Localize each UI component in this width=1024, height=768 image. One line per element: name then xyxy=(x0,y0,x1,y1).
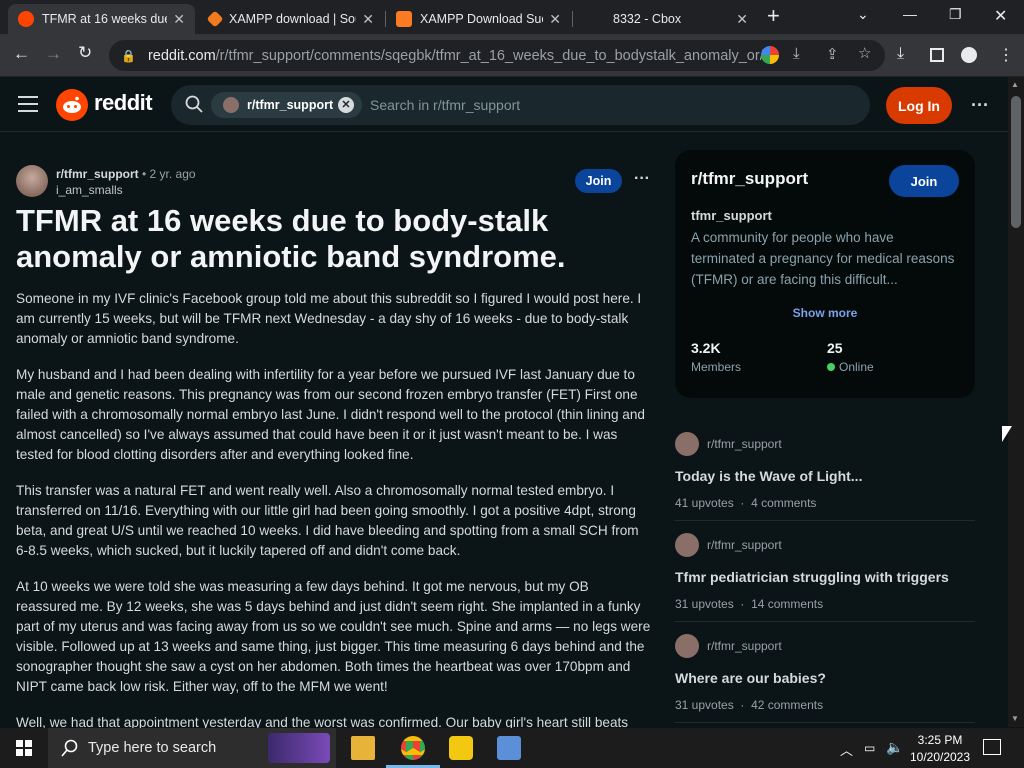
post-options-icon[interactable]: ··· xyxy=(634,170,650,188)
reload-icon[interactable]: ↻ xyxy=(78,43,92,63)
clear-chip-icon[interactable]: ✕ xyxy=(338,97,354,113)
related-post-title[interactable]: Where are our babies? xyxy=(675,670,975,686)
post-title: TFMR at 16 weeks due to body-stalk anoma… xyxy=(16,203,566,274)
members-label: Members xyxy=(691,360,742,374)
scroll-up-icon[interactable]: ▲ xyxy=(1011,80,1019,89)
browser-menu-icon[interactable]: ⋮ xyxy=(998,45,1014,65)
chrome-icon[interactable] xyxy=(401,736,425,760)
file-explorer-icon[interactable] xyxy=(351,736,375,760)
online-label-row: Online xyxy=(827,360,874,374)
volume-muted-icon[interactable]: 🔈 xyxy=(886,739,903,756)
post-age: • 2 yr. ago xyxy=(142,167,196,181)
scroll-down-icon[interactable]: ▼ xyxy=(1011,714,1019,723)
sticky-notes-icon[interactable] xyxy=(449,736,473,760)
reddit-snoo-logo-icon[interactable] xyxy=(56,89,88,121)
bookmark-star-icon[interactable]: ☆ xyxy=(858,44,871,62)
show-hidden-icons-chevron[interactable]: ︿ xyxy=(840,740,853,759)
close-tab-icon[interactable]: ✕ xyxy=(173,11,185,28)
profile-avatar-icon[interactable] xyxy=(961,47,977,63)
clock-date[interactable]: 10/20/2023 xyxy=(906,750,974,764)
xampp-favicon-icon xyxy=(396,11,412,27)
subreddit-avatar[interactable] xyxy=(16,165,48,197)
members-count: 3.2K xyxy=(691,340,721,356)
tab-cbox[interactable]: 8332 - Cbox ✕ xyxy=(573,4,758,34)
online-count: 25 xyxy=(827,340,843,356)
tab-xampp-download[interactable]: XAMPP download | Sou ✕ xyxy=(199,4,384,34)
new-tab-button[interactable]: + xyxy=(767,3,780,29)
notification-center-icon[interactable] xyxy=(983,739,1001,755)
sidebar-join-button[interactable]: Join xyxy=(889,165,959,197)
mouse-cursor-icon xyxy=(1002,426,1012,442)
post-body: Someone in my IVF clinic's Facebook grou… xyxy=(16,289,652,749)
related-post-title[interactable]: Tfmr pediatrician struggling with trigge… xyxy=(675,569,975,585)
post-paragraph: At 10 weeks we were told she was measuri… xyxy=(16,579,651,694)
share-icon[interactable]: ⇪ xyxy=(826,45,839,63)
post-paragraph: Someone in my IVF clinic's Facebook grou… xyxy=(16,291,642,346)
online-label: Online xyxy=(839,360,874,374)
community-description: A community for people who have terminat… xyxy=(691,230,955,287)
sourceforge-favicon-icon xyxy=(206,10,224,28)
scrollbar-thumb[interactable] xyxy=(1011,96,1021,228)
post-author[interactable]: i_am_smalls xyxy=(56,183,123,197)
sidebar-community-name[interactable]: r/tfmr_support xyxy=(691,169,808,189)
search-highlight-image-icon xyxy=(268,733,330,763)
related-post[interactable]: r/tfmr_support Tfmr pediatrician struggl… xyxy=(675,533,975,611)
show-more-link[interactable]: Show more xyxy=(675,306,975,320)
divider xyxy=(675,722,975,723)
community-title: tfmr_support xyxy=(691,208,772,223)
search-icon xyxy=(185,95,203,118)
side-panel-icon[interactable] xyxy=(930,48,944,62)
subreddit-avatar xyxy=(675,634,699,658)
tab-xampp-success[interactable]: XAMPP Download Succ ✕ xyxy=(386,4,571,34)
close-tab-icon[interactable]: ✕ xyxy=(549,11,561,28)
close-tab-icon[interactable]: ✕ xyxy=(362,11,374,28)
close-tab-icon[interactable]: ✕ xyxy=(736,11,748,28)
related-post-title[interactable]: Today is the Wave of Light... xyxy=(675,468,975,484)
tab-reddit-post[interactable]: TFMR at 16 weeks due ✕ xyxy=(8,4,195,34)
close-window-icon[interactable]: ✕ xyxy=(994,6,1007,26)
more-options-icon[interactable]: ··· xyxy=(971,95,989,116)
control-panel-icon[interactable] xyxy=(497,736,521,760)
subreddit-avatar xyxy=(675,533,699,557)
login-button[interactable]: Log In xyxy=(886,87,952,124)
forward-arrow-icon[interactable]: → xyxy=(45,44,62,64)
online-dot-icon xyxy=(827,363,835,371)
back-arrow-icon[interactable]: ← xyxy=(13,44,30,64)
post-meta: r/tfmr_support • 2 yr. ago xyxy=(56,167,196,181)
post-paragraph: This transfer was a natural FET and went… xyxy=(16,483,639,558)
related-post[interactable]: r/tfmr_support Today is the Wave of Ligh… xyxy=(675,432,975,510)
subreddit-avatar xyxy=(223,97,239,113)
related-post[interactable]: r/tfmr_support Where are our babies? 31 … xyxy=(675,634,975,712)
install-app-icon[interactable]: ⤓ xyxy=(793,45,800,62)
network-icon[interactable]: ▭ xyxy=(864,741,875,755)
google-lens-icon[interactable] xyxy=(761,46,779,64)
search-input[interactable]: Search in r/tfmr_support xyxy=(370,97,520,113)
tab-search-chevron-icon[interactable]: ⌄ xyxy=(857,6,869,23)
downloads-icon[interactable]: ⤓ xyxy=(897,45,904,63)
reddit-favicon-icon xyxy=(18,11,34,27)
reddit-wordmark[interactable]: reddit xyxy=(94,90,153,116)
divider xyxy=(675,520,975,521)
search-icon xyxy=(61,739,79,762)
post-paragraph: My husband and I had been dealing with i… xyxy=(16,367,645,462)
post-subreddit-link[interactable]: r/tfmr_support xyxy=(56,167,139,181)
clock-time[interactable]: 3:25 PM xyxy=(910,733,970,747)
minimize-icon[interactable]: — xyxy=(903,6,917,22)
lock-icon: 🔒 xyxy=(121,48,136,63)
restore-icon[interactable]: ❐ xyxy=(949,6,962,23)
divider xyxy=(675,621,975,622)
join-button[interactable]: Join xyxy=(575,169,622,193)
windows-start-icon[interactable] xyxy=(16,740,32,756)
hamburger-menu-icon[interactable] xyxy=(18,96,38,112)
subreddit-avatar xyxy=(675,432,699,456)
